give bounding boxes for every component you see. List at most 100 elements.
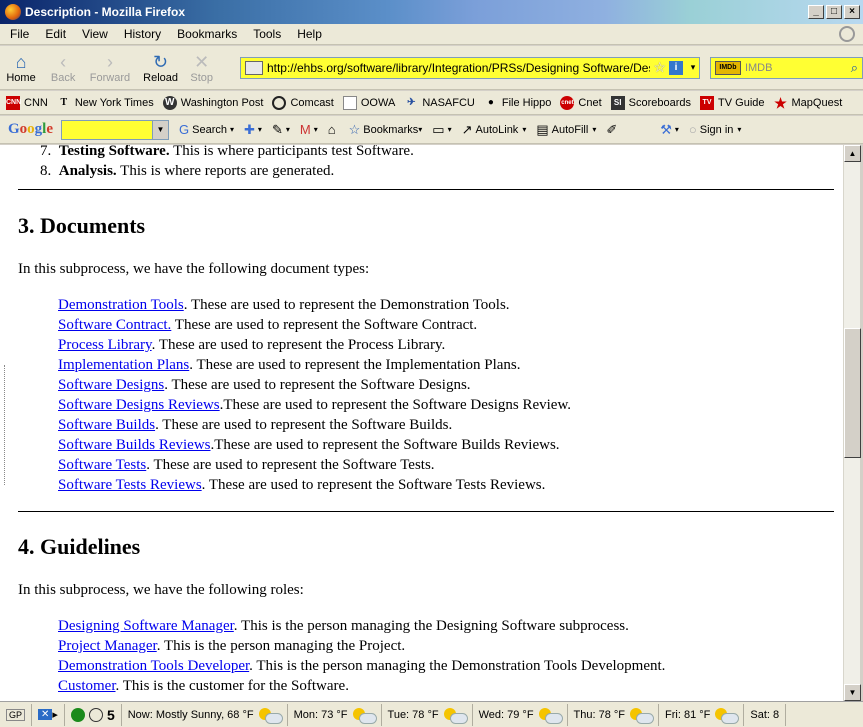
document-link[interactable]: Process Library: [58, 337, 152, 353]
role-link[interactable]: Project Manager: [58, 638, 157, 654]
document-link[interactable]: Demonstration Tools: [58, 297, 184, 313]
highlighter-button[interactable]: ✐: [606, 122, 620, 138]
menu-bookmarks[interactable]: Bookmarks: [167, 27, 243, 41]
scroll-down-button[interactable]: ▼: [844, 684, 861, 701]
bookmark-comcast[interactable]: Comcast: [272, 95, 334, 110]
settings-button[interactable]: ⚒ ▾: [660, 122, 679, 138]
search-go-icon[interactable]: ⌕: [851, 60, 858, 76]
weather-thu[interactable]: Thu: 78 °F: [568, 703, 660, 726]
google-bank-button[interactable]: ⌂: [328, 122, 339, 137]
google-popup-button[interactable]: ▭ ▾: [432, 122, 451, 138]
google-bookmarks-button[interactable]: ☆ Bookmarks ▾: [349, 122, 423, 138]
list-item: Software Tests Reviews. These are used t…: [58, 477, 546, 493]
page-icon: [342, 95, 357, 110]
weather-fri[interactable]: Fri: 81 °F: [659, 703, 745, 726]
autolink-button[interactable]: ↗ AutoLink ▾: [462, 122, 527, 138]
list-item: Demonstration Tools. These are used to r…: [58, 297, 510, 313]
dropdown-icon[interactable]: ▼: [152, 120, 169, 139]
menu-view[interactable]: View: [72, 27, 114, 41]
vertical-scrollbar[interactable]: ▲ ▼: [843, 145, 861, 701]
scroll-up-button[interactable]: ▲: [844, 145, 861, 162]
bookmark-label: MapQuest: [791, 96, 843, 109]
gmail-button[interactable]: M ▾: [300, 122, 318, 137]
document-link[interactable]: Software Builds Reviews: [58, 437, 210, 453]
close-button[interactable]: ×: [844, 5, 860, 19]
addon-button[interactable]: ✕ ▸: [32, 703, 65, 726]
url-bar[interactable]: http://ehbs.org/software/library/Integra…: [239, 56, 700, 79]
home-icon: ⌂: [15, 51, 27, 72]
page-content[interactable]: 7. Testing Software. This is where parti…: [0, 145, 843, 701]
documents-intro: In this subprocess, we have the followin…: [18, 261, 370, 277]
bookmark-file-hippo[interactable]: ● File Hippo: [484, 96, 552, 110]
bookmark-nyt[interactable]: T New York Times: [57, 96, 154, 110]
document-link[interactable]: Software Builds: [58, 417, 155, 433]
weather-mon[interactable]: Mon: 73 °F: [288, 703, 382, 726]
autofill-button[interactable]: ▤ AutoFill ▾: [536, 122, 596, 138]
search-box[interactable]: IMDb IMDB ⌕: [709, 56, 863, 79]
url-dropdown-icon[interactable]: ▾: [687, 62, 699, 73]
weather-tue[interactable]: Tue: 78 °F: [382, 703, 473, 726]
mapquest-icon: ★: [774, 94, 787, 111]
nyt-icon: T: [60, 96, 68, 108]
status-icons[interactable]: 5: [65, 703, 122, 726]
home-button[interactable]: ⌂ Home: [0, 52, 42, 84]
bookmark-label: OOWA: [360, 96, 396, 109]
bookmark-cnn[interactable]: CNN CNN: [6, 95, 48, 110]
menu-help[interactable]: Help: [287, 27, 328, 41]
gmail-icon: M: [299, 122, 311, 137]
roles-list: Designing Software Manager. This is the …: [58, 616, 665, 696]
menu-file[interactable]: File: [0, 27, 35, 41]
news-icon: ✎: [271, 121, 283, 137]
scroll-thumb[interactable]: [844, 328, 861, 458]
autolink-label: AutoLink: [475, 123, 519, 136]
role-link[interactable]: Customer: [58, 678, 116, 694]
gp-indicator[interactable]: GP: [0, 703, 33, 726]
menu-edit[interactable]: Edit: [35, 27, 72, 41]
url-text[interactable]: http://ehbs.org/software/library/Integra…: [267, 61, 650, 75]
sign-in-button[interactable]: ○ Sign in ▾: [689, 122, 742, 137]
reload-button[interactable]: ↻ Reload: [136, 52, 186, 84]
partly-sunny-icon: [352, 707, 377, 724]
google-news-button[interactable]: ✎ ▾: [272, 122, 290, 138]
bookmark-oowa[interactable]: OOWA: [342, 95, 396, 110]
document-link[interactable]: Implementation Plans: [58, 357, 189, 373]
role-link[interactable]: Demonstration Tools Developer: [58, 658, 249, 674]
minimize-button[interactable]: _: [808, 5, 824, 19]
google-plus-button[interactable]: ✚ ▾: [244, 122, 262, 138]
info-icon[interactable]: i: [668, 60, 683, 75]
bookmark-tv-guide[interactable]: TV TV Guide: [700, 95, 765, 110]
forward-button[interactable]: › Forward: [84, 52, 136, 84]
maximize-button[interactable]: □: [826, 5, 842, 19]
document-link[interactable]: Software Designs Reviews: [58, 397, 220, 413]
stop-icon: ✕: [194, 51, 210, 72]
search-engine-icon[interactable]: IMDb: [714, 60, 741, 75]
google-search-button[interactable]: G Search ▾: [179, 122, 234, 137]
bookmark-cnet[interactable]: cnet Cnet: [560, 95, 602, 110]
search-input[interactable]: IMDB: [745, 62, 851, 74]
weather-sat[interactable]: Sat: 8: [744, 703, 787, 726]
menu-tools[interactable]: Tools: [243, 27, 287, 41]
google-search-input[interactable]: ▼: [61, 119, 170, 140]
document-link[interactable]: Software Tests Reviews: [58, 477, 202, 493]
menu-history[interactable]: History: [114, 27, 167, 41]
documents-heading: 3. Documents: [18, 213, 146, 238]
weather-now[interactable]: Now: Mostly Sunny, 68 °F: [122, 703, 288, 726]
role-link[interactable]: Designing Software Manager: [58, 618, 234, 634]
process-steps: 7. Testing Software. This is where parti…: [40, 145, 414, 181]
bookmark-scoreboards[interactable]: SI Scoreboards: [610, 95, 691, 110]
partly-sunny-icon: [538, 707, 563, 724]
bookmark-mapquest[interactable]: ★ MapQuest: [774, 94, 843, 111]
weather-wed[interactable]: Wed: 79 °F: [473, 703, 568, 726]
back-button[interactable]: ‹ Back: [42, 52, 84, 84]
bookmark-nasafcu[interactable]: ✈ NASAFCU: [404, 96, 475, 110]
throbber-icon: [839, 26, 855, 42]
document-link[interactable]: Software Designs: [58, 377, 164, 393]
document-link[interactable]: Software Tests: [58, 457, 146, 473]
autofill-label: AutoFill: [551, 123, 589, 136]
bookmarks-toolbar: CNN CNN T New York Times W Washington Post …: [0, 91, 863, 115]
bookmark-star-icon[interactable]: ☆: [653, 59, 666, 76]
document-link[interactable]: Software Contract.: [58, 317, 171, 333]
stop-button[interactable]: ✕ Stop: [185, 52, 218, 84]
google-logo[interactable]: Google: [8, 121, 53, 138]
bookmark-washington-post[interactable]: W Washington Post: [162, 95, 263, 110]
